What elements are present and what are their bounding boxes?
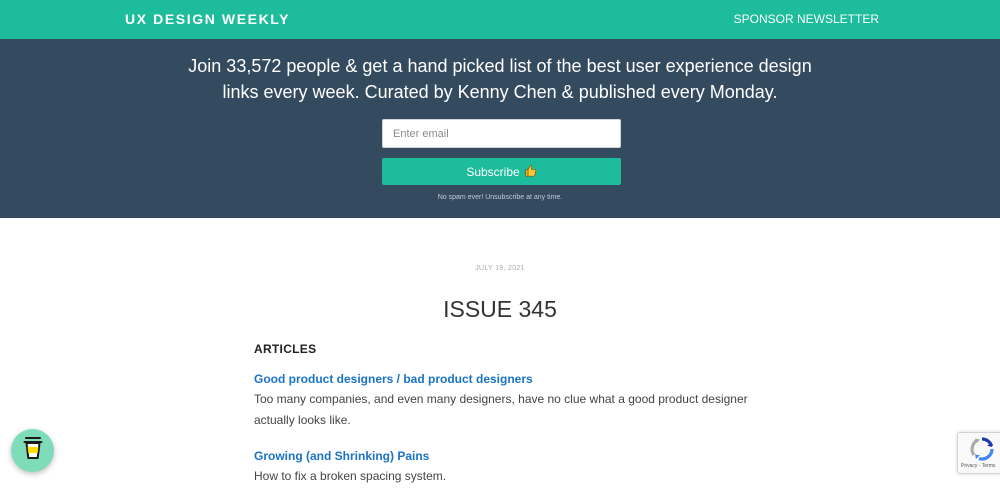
hero-tagline: Join 33,572 people & get a hand picked l…: [150, 53, 850, 105]
no-spam-notice: No spam ever! Unsubscribe at any time.: [437, 194, 563, 201]
section-heading-articles: ARTICLES: [254, 342, 317, 356]
subscribe-hero: Join 33,572 people & get a hand picked l…: [0, 39, 1000, 218]
thumbs-up-icon: [524, 164, 537, 179]
top-navigation-bar: UX DESIGN WEEKLY SPONSOR NEWSLETTER: [0, 0, 1000, 39]
email-input[interactable]: [382, 119, 621, 148]
brand-logo-link[interactable]: UX DESIGN WEEKLY: [125, 11, 290, 27]
hero-tagline-line-1: Join 33,572 people & get a hand picked l…: [188, 56, 812, 76]
issue-title: ISSUE 345: [443, 296, 557, 322]
coffee-cup-icon: [22, 435, 44, 466]
subscribe-button-label: Subscribe: [466, 164, 520, 179]
article-description: Too many companies, and even many design…: [254, 392, 748, 427]
subscribe-button[interactable]: Subscribe: [382, 158, 621, 185]
article-title-link[interactable]: Good product designers / bad product des…: [254, 372, 533, 386]
hero-tagline-line-2: links every week. Curated by Kenny Chen …: [222, 82, 778, 102]
recaptcha-icon: [969, 437, 995, 466]
buy-me-a-coffee-button[interactable]: [11, 429, 54, 472]
recaptcha-privacy-terms[interactable]: Privacy - Terms: [961, 463, 995, 469]
recaptcha-badge[interactable]: Privacy - Terms: [957, 432, 1000, 474]
article-description: How to fix a broken spacing system.: [254, 469, 447, 483]
sponsor-newsletter-link[interactable]: SPONSOR NEWSLETTER: [734, 12, 879, 26]
issue-date: JULY 19, 2021: [475, 265, 525, 272]
article-title-link[interactable]: Growing (and Shrinking) Pains: [254, 449, 429, 463]
